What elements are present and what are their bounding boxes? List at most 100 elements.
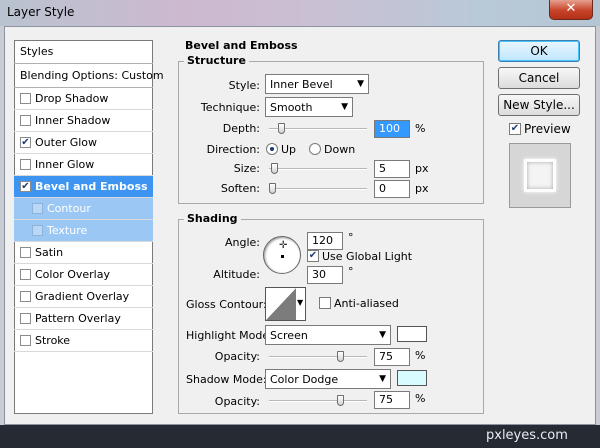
- blending-options[interactable]: Blending Options: Custom: [14, 64, 164, 88]
- style-item-inner-glow[interactable]: Inner Glow: [14, 154, 153, 176]
- style-item-label: Outer Glow: [35, 136, 98, 149]
- global-light-checkbox[interactable]: ✔: [307, 250, 319, 262]
- shadow-opacity-unit: %: [415, 392, 426, 405]
- direction-label: Direction:: [206, 143, 260, 156]
- style-item-color-overlay[interactable]: Color Overlay: [14, 264, 153, 286]
- shadow-opacity-thumb[interactable]: [337, 395, 344, 406]
- style-item-label: Bevel and Emboss: [35, 180, 148, 193]
- style-item-drop-shadow[interactable]: Drop Shadow: [14, 88, 153, 110]
- altitude-label: Altitude:: [213, 268, 260, 281]
- highlight-opacity-thumb[interactable]: [337, 351, 344, 362]
- style-item-checkbox[interactable]: ✔: [20, 137, 31, 148]
- watermark: pxleyes.com: [486, 428, 568, 443]
- preview-swatch: [524, 159, 556, 192]
- check-icon: ✔: [510, 123, 520, 134]
- styles-header[interactable]: Styles: [14, 40, 153, 64]
- chevron-down-icon: ▼: [379, 330, 386, 340]
- shadow-opacity-label: Opacity:: [214, 395, 260, 408]
- preview-thumbnail: [509, 143, 571, 208]
- chevron-down-icon: ▼: [357, 79, 364, 89]
- depth-slider-thumb[interactable]: [278, 123, 285, 134]
- highlight-mode-value: Screen: [270, 328, 308, 342]
- highlight-color-swatch[interactable]: [397, 326, 427, 342]
- technique-select[interactable]: Smooth ▼: [265, 97, 353, 117]
- shadow-opacity-track[interactable]: [269, 400, 367, 402]
- style-item-checkbox[interactable]: [32, 203, 43, 214]
- style-item-checkbox[interactable]: [32, 225, 43, 236]
- section-title: Bevel and Emboss: [182, 39, 301, 52]
- style-item-inner-shadow[interactable]: Inner Shadow: [14, 110, 153, 132]
- style-item-checkbox[interactable]: [20, 93, 31, 104]
- style-item-contour[interactable]: Contour: [14, 198, 153, 220]
- depth-input[interactable]: 100: [374, 120, 410, 138]
- altitude-input[interactable]: 30: [307, 266, 343, 284]
- style-item-outer-glow[interactable]: ✔ Outer Glow: [14, 132, 153, 154]
- ok-button[interactable]: OK: [498, 40, 580, 62]
- shadow-color-swatch[interactable]: [397, 370, 427, 386]
- style-item-label: Satin: [35, 246, 64, 259]
- soften-label: Soften:: [220, 182, 260, 195]
- direction-up-radio[interactable]: [266, 143, 278, 155]
- style-item-label: Texture: [47, 224, 88, 237]
- styles-header-label: Styles: [20, 45, 54, 58]
- shadow-mode-select[interactable]: Color Dodge ▼: [265, 369, 391, 389]
- style-item-checkbox[interactable]: ✔: [20, 181, 31, 192]
- style-item-checkbox[interactable]: [20, 313, 31, 324]
- style-select[interactable]: Inner Bevel ▼: [265, 74, 369, 94]
- size-slider-thumb[interactable]: [271, 163, 278, 174]
- style-item-stroke[interactable]: Stroke: [14, 330, 153, 352]
- size-slider-track[interactable]: [269, 168, 367, 170]
- new-style-button[interactable]: New Style...: [498, 94, 580, 116]
- style-item-label: Pattern Overlay: [35, 312, 121, 325]
- highlight-opacity-track[interactable]: [269, 356, 367, 358]
- style-item-checkbox[interactable]: [20, 247, 31, 258]
- style-item-label: Inner Shadow: [35, 114, 111, 127]
- style-item-checkbox[interactable]: [20, 335, 31, 346]
- style-item-satin[interactable]: Satin: [14, 242, 153, 264]
- style-item-checkbox[interactable]: [20, 269, 31, 280]
- chevron-down-icon: ▼: [341, 102, 348, 112]
- style-item-pattern-overlay[interactable]: Pattern Overlay: [14, 308, 153, 330]
- highlight-opacity-input[interactable]: 75: [374, 348, 410, 366]
- angle-label: Angle:: [224, 236, 260, 249]
- soften-input[interactable]: 0: [374, 180, 410, 198]
- style-item-label: Contour: [47, 202, 91, 215]
- preview-checkbox[interactable]: ✔: [509, 123, 521, 135]
- angle-input[interactable]: 120: [307, 232, 343, 250]
- soften-slider-track[interactable]: [269, 188, 367, 190]
- crosshair-icon: ✛: [279, 240, 288, 251]
- close-icon: ✕: [565, 1, 577, 16]
- chevron-down-icon: ▼: [379, 374, 386, 384]
- style-item-label: Drop Shadow: [35, 92, 109, 105]
- highlight-opacity-label: Opacity:: [214, 350, 260, 363]
- style-item-checkbox[interactable]: [20, 159, 31, 170]
- angle-dial[interactable]: ✛: [263, 236, 301, 274]
- style-item-texture[interactable]: Texture: [14, 220, 153, 242]
- soften-slider-thumb[interactable]: [269, 183, 276, 194]
- soften-unit: px: [415, 182, 429, 195]
- size-label: Size:: [233, 162, 260, 175]
- style-item-gradient-overlay[interactable]: Gradient Overlay: [14, 286, 153, 308]
- shadow-mode-value: Color Dodge: [270, 372, 339, 386]
- size-unit: px: [415, 162, 429, 175]
- size-input[interactable]: 5: [374, 160, 410, 178]
- title-bar: [0, 0, 600, 26]
- cancel-button[interactable]: Cancel: [498, 67, 580, 89]
- style-item-checkbox[interactable]: [20, 115, 31, 126]
- style-value: Inner Bevel: [270, 77, 333, 91]
- shadow-mode-label: Shadow Mode:: [186, 373, 267, 386]
- close-button[interactable]: ✕: [549, 0, 593, 20]
- check-icon: ✔: [308, 250, 318, 261]
- global-light-label: Use Global Light: [322, 250, 413, 263]
- highlight-mode-select[interactable]: Screen ▼: [265, 325, 391, 345]
- technique-label: Technique:: [200, 101, 260, 114]
- style-item-checkbox[interactable]: [20, 291, 31, 302]
- gloss-contour-label: Gloss Contour:: [186, 298, 267, 311]
- style-label: Style:: [228, 79, 260, 92]
- direction-down-radio[interactable]: [309, 143, 321, 155]
- highlight-opacity-unit: %: [415, 349, 426, 362]
- antialiased-checkbox[interactable]: [319, 297, 331, 309]
- shadow-opacity-input[interactable]: 75: [374, 391, 410, 409]
- style-item-bevel-and-emboss[interactable]: ✔ Bevel and Emboss: [14, 176, 153, 198]
- gloss-contour-picker[interactable]: ▼: [265, 287, 306, 321]
